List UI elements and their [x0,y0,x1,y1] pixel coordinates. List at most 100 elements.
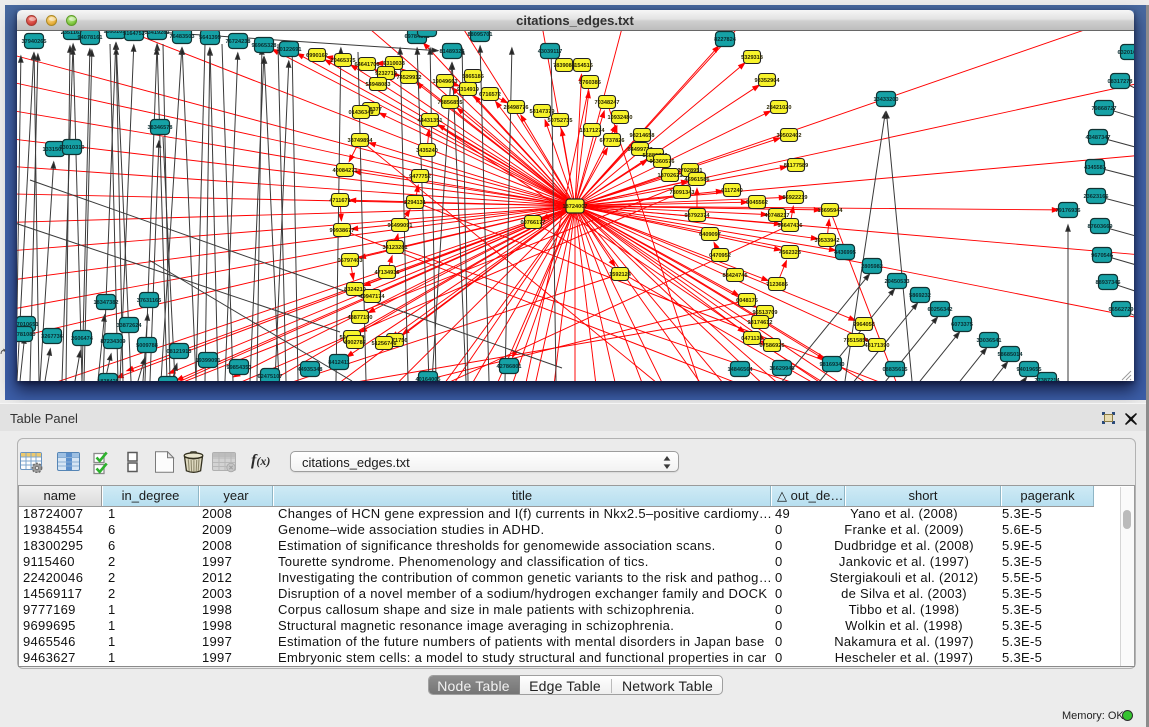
svg-text:9314919: 9314919 [457,87,479,93]
svg-text:23623166: 23623166 [1083,194,1108,200]
svg-text:5310033: 5310033 [383,61,405,67]
svg-text:06562729: 06562729 [1108,307,1133,313]
svg-text:42786801: 42786801 [496,364,521,370]
svg-text:70348247: 70348247 [594,100,619,106]
svg-text:43487347: 43487347 [1085,135,1110,141]
svg-text:18347382: 18347382 [93,300,118,306]
svg-text:13695944: 13695944 [817,208,843,214]
svg-text:8227824: 8227824 [714,37,737,43]
svg-text:3267736: 3267736 [41,334,63,340]
svg-text:74529912: 74529912 [396,75,421,81]
svg-text:5329318: 5329318 [741,55,763,61]
svg-text:9670546: 9670546 [1091,253,1113,259]
svg-text:19399091: 19399091 [195,358,220,364]
svg-text:7123685: 7123685 [766,282,788,288]
svg-text:79868727: 79868727 [1091,106,1116,112]
svg-text:64641708: 64641708 [354,62,379,68]
svg-text:78091343: 78091343 [669,190,694,196]
svg-text:4902787: 4902787 [344,340,366,346]
svg-text:96965328: 96965328 [251,43,276,49]
svg-text:94078161: 94078161 [77,35,102,41]
svg-text:37631165: 37631165 [136,298,161,304]
svg-text:44935348: 44935348 [297,367,322,373]
svg-text:8412411: 8412411 [328,360,349,366]
svg-text:40084271: 40084271 [332,168,357,174]
svg-text:14846564: 14846564 [727,367,753,373]
svg-text:7964053: 7964053 [853,322,875,328]
svg-text:19049663: 19049663 [432,79,457,85]
svg-text:0471138: 0471138 [741,336,762,342]
svg-text:8760385: 8760385 [579,80,601,86]
svg-text:63201632: 63201632 [1117,50,1133,56]
svg-text:8324210: 8324210 [344,287,366,293]
svg-text:36629946: 36629946 [769,366,794,372]
svg-text:33872624: 33872624 [116,323,142,329]
svg-text:37940265: 37940265 [21,39,46,45]
svg-text:6048175: 6048175 [736,298,758,304]
svg-text:28421020: 28421020 [766,105,791,111]
svg-text:10122691: 10122691 [276,47,301,53]
svg-text:54948083: 54948083 [365,82,390,88]
svg-text:93174612: 93174612 [747,320,772,326]
svg-text:99938677: 99938677 [329,228,354,234]
svg-text:96499091: 96499091 [387,223,412,229]
svg-text:62475107: 62475107 [257,374,282,380]
svg-text:9232719: 9232719 [375,71,397,77]
svg-text:2805982: 2805982 [861,264,883,270]
svg-text:87234309: 87234309 [100,339,125,345]
svg-text:6073375: 6073375 [951,322,973,328]
svg-text:31781080: 31781080 [17,332,35,338]
svg-text:3164752: 3164752 [123,31,145,37]
svg-text:81489325: 81489325 [439,49,464,55]
svg-text:93792374: 93792374 [684,213,710,219]
svg-text:1838425: 1838425 [97,379,119,381]
svg-text:94019655: 94019655 [1016,367,1041,373]
svg-text:28498776: 28498776 [503,105,528,111]
svg-text:96360576: 96360576 [649,159,674,165]
svg-text:2606474: 2606474 [71,336,94,342]
svg-text:20465375: 20465375 [330,58,355,64]
svg-text:4562328: 4562328 [779,250,801,256]
svg-text:00766177: 00766177 [520,220,545,226]
svg-text:4711671: 4711671 [329,198,350,204]
svg-text:1592124: 1592124 [609,272,632,278]
svg-text:6990162: 6990162 [306,53,328,59]
svg-text:88937346: 88937346 [1095,280,1120,286]
svg-text:08835615: 08835615 [882,367,907,373]
svg-text:4436995: 4436995 [834,250,856,256]
svg-text:99854353: 99854353 [226,365,251,371]
svg-text:39533942: 39533942 [814,238,839,244]
svg-text:67737826: 67737826 [599,138,624,144]
svg-text:6117240: 6117240 [721,188,742,194]
svg-text:76724238: 76724238 [225,39,250,45]
svg-text:51462704: 51462704 [414,31,440,33]
svg-text:40748217: 40748217 [764,213,789,219]
svg-text:7839084: 7839084 [553,63,576,69]
svg-text:5045562: 5045562 [746,200,768,206]
svg-text:10932480: 10932480 [607,115,632,121]
svg-text:38346578: 38346578 [147,125,172,131]
svg-text:86922219: 86922219 [782,195,807,201]
svg-text:5641395: 5641395 [199,35,221,41]
svg-text:08121913: 08121913 [166,349,191,355]
svg-text:13171274: 13171274 [579,128,605,134]
svg-text:93352904: 93352904 [754,78,780,84]
svg-text:33749894: 33749894 [347,138,373,144]
svg-text:33036541: 33036541 [976,338,1001,344]
svg-text:49947174: 49947174 [359,294,385,300]
svg-text:6716572: 6716572 [479,92,501,98]
svg-text:4345581: 4345581 [1084,165,1106,171]
svg-text:18724007: 18724007 [562,204,587,210]
svg-text:53147379: 53147379 [529,109,554,115]
svg-text:5869232: 5869232 [909,293,931,299]
svg-text:77387214: 77387214 [1034,378,1060,381]
svg-text:2294131: 2294131 [404,200,426,206]
svg-text:67586926: 67586926 [759,343,784,349]
svg-text:51256746: 51256746 [371,341,396,347]
svg-text:18702621: 18702621 [657,173,682,179]
svg-text:3435240: 3435240 [416,148,438,154]
svg-text:39502402: 39502402 [776,133,801,139]
svg-text:88095701: 88095701 [467,32,492,38]
svg-text:6409097: 6409097 [699,232,721,238]
svg-text:53419283: 53419283 [144,31,169,36]
